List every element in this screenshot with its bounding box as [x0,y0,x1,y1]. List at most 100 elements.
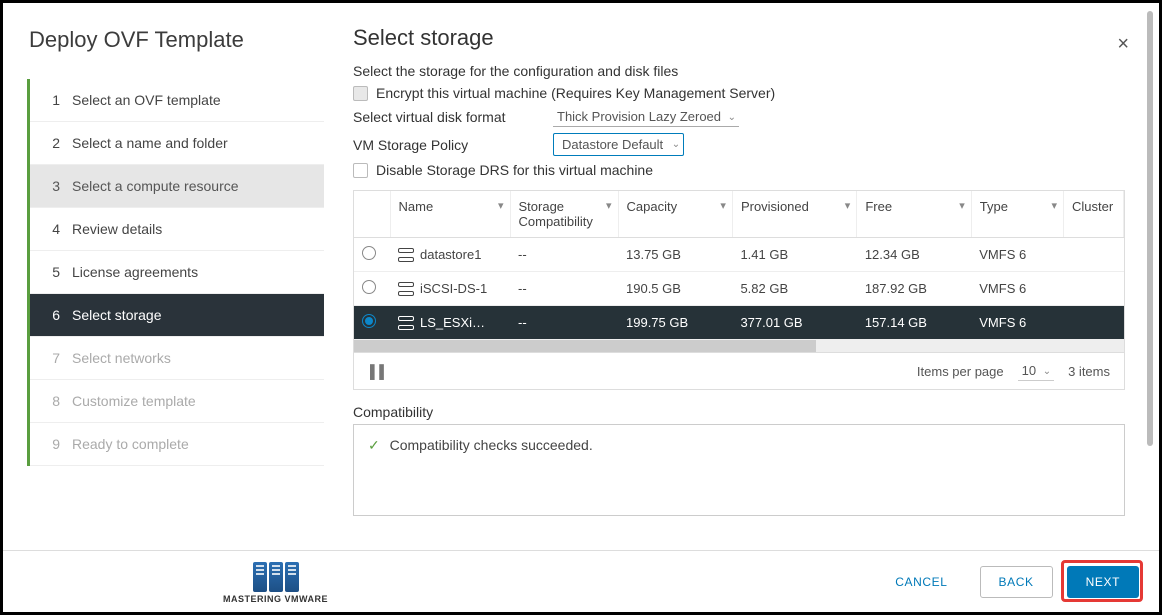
total-items: 3 items [1068,364,1110,379]
ds-provisioned: 377.01 GB [732,306,856,340]
ds-capacity: 190.5 GB [618,272,732,306]
row-radio[interactable] [362,280,376,294]
wizard-step[interactable]: 6 Select storage [30,294,324,337]
check-icon: ✓ [368,437,380,453]
wizard-step[interactable]: 3 Select a compute resource [30,165,324,208]
datastore-icon [398,316,414,330]
col-compat[interactable]: Storage Compatibility [519,199,593,229]
step-number: 4 [46,221,60,237]
step-label: Select a compute resource [72,178,239,194]
vm-policy-label: VM Storage Policy [353,137,553,153]
watermark-logo: MASTERING VMWARE [223,562,328,604]
datastore-icon [398,248,414,262]
disable-drs-label: Disable Storage DRS for this virtual mac… [376,162,653,178]
step-label: Ready to complete [72,436,189,452]
datastore-table: Name ▾ Storage Compatibility ▾ Capacity ▾ P… [353,190,1125,390]
items-per-page-value: 10 [1022,363,1036,378]
next-button[interactable]: NEXT [1067,566,1139,598]
step-label: License agreements [72,264,198,280]
ds-provisioned: 5.82 GB [732,272,856,306]
wizard-step[interactable]: 2 Select a name and folder [30,122,324,165]
ds-compat: -- [510,272,618,306]
step-label: Select a name and folder [72,135,228,151]
ds-free: 12.34 GB [857,238,971,272]
wizard-steps: 1 Select an OVF template 2 Select a name an… [27,79,324,466]
wizard-step: 9 Ready to complete [30,423,324,466]
col-capacity[interactable]: Capacity [627,199,678,214]
encrypt-checkbox[interactable] [353,86,368,101]
compatibility-message: Compatibility checks succeeded. [390,437,593,453]
ds-name: LS_ESXi… [420,315,485,330]
back-button[interactable]: BACK [980,566,1053,598]
step-label: Select storage [72,307,162,323]
wizard-title: Deploy OVF Template [27,27,324,53]
filter-icon[interactable]: ▾ [498,199,504,212]
disk-format-dropdown[interactable]: Thick Provision Lazy Zeroed ⌄ [553,107,739,127]
vm-policy-value: Datastore Default [562,137,663,152]
ds-name: iSCSI-DS-1 [420,281,487,296]
vertical-scrollbar[interactable] [1147,11,1153,542]
step-number: 9 [46,436,60,452]
items-per-page-label: Items per page [917,364,1004,379]
chevron-down-icon: ⌄ [1043,366,1051,377]
vm-policy-dropdown[interactable]: Datastore Default ⌄ [553,133,684,156]
step-label: Review details [72,221,162,237]
step-number: 8 [46,393,60,409]
encrypt-row: Encrypt this virtual machine (Requires K… [353,85,1125,101]
ds-compat: -- [510,306,618,340]
disable-drs-checkbox[interactable] [353,163,368,178]
col-name[interactable]: Name [399,199,434,214]
chevron-down-icon: ⌄ [672,139,680,150]
cancel-button[interactable]: CANCEL [877,567,965,597]
step-number: 6 [46,307,60,323]
col-free[interactable]: Free [865,199,892,214]
ds-type: VMFS 6 [971,238,1063,272]
disk-format-value: Thick Provision Lazy Zeroed [557,109,721,124]
step-number: 2 [46,135,60,151]
page-title: Select storage [353,25,1125,51]
disk-format-label: Select virtual disk format [353,109,553,125]
filter-icon[interactable]: ▾ [606,199,612,212]
ds-provisioned: 1.41 GB [732,238,856,272]
step-label: Select an OVF template [72,92,221,108]
datastore-icon [398,282,414,296]
wizard-step[interactable]: 5 License agreements [30,251,324,294]
watermark-caption: MASTERING VMWARE [223,594,328,604]
wizard-step: 7Select networks [30,337,324,380]
row-radio[interactable] [362,314,376,328]
filter-icon[interactable]: ▾ [845,199,851,212]
ds-compat: -- [510,238,618,272]
filter-icon[interactable]: ▾ [959,199,965,212]
datastore-row[interactable]: iSCSI-DS-1 -- 190.5 GB 5.82 GB 187.92 GB… [354,272,1124,306]
compatibility-label: Compatibility [353,404,1125,420]
step-label: Select networks [72,350,171,366]
step-number: 5 [46,264,60,280]
datastore-row[interactable]: LS_ESXi… -- 199.75 GB 377.01 GB 157.14 G… [354,306,1124,340]
wizard-step: 8 Customize template [30,380,324,423]
filter-icon[interactable]: ▾ [1051,199,1057,212]
row-radio[interactable] [362,246,376,260]
wizard-step[interactable]: 4 Review details [30,208,324,251]
wizard-footer: MASTERING VMWARE CANCEL BACK NEXT [3,550,1159,612]
close-icon[interactable]: × [1117,33,1129,56]
ds-capacity: 199.75 GB [618,306,732,340]
datastore-row[interactable]: datastore1 -- 13.75 GB 1.41 GB 12.34 GB … [354,238,1124,272]
page-subtitle: Select the storage for the configuration… [353,63,1125,79]
ds-free: 157.14 GB [857,306,971,340]
wizard-step[interactable]: 1 Select an OVF template [30,79,324,122]
items-per-page-dropdown[interactable]: 10 ⌄ [1018,361,1054,381]
datastore-tbody: datastore1 -- 13.75 GB 1.41 GB 12.34 GB … [354,238,1124,340]
columns-icon[interactable]: ▌▌ [370,364,388,379]
horizontal-scrollbar[interactable] [354,340,1124,352]
encrypt-label: Encrypt this virtual machine (Requires K… [376,85,775,101]
main-panel: × Select storage Select the storage for … [325,3,1159,543]
step-label: Customize template [72,393,196,409]
col-cluster[interactable]: Cluster [1072,199,1113,214]
col-provisioned[interactable]: Provisioned [741,199,809,214]
step-number: 1 [46,92,60,108]
ds-type: VMFS 6 [971,272,1063,306]
filter-icon[interactable]: ▾ [720,199,726,212]
ds-name: datastore1 [420,247,481,262]
col-type[interactable]: Type [980,199,1008,214]
step-number: 3 [46,178,60,194]
